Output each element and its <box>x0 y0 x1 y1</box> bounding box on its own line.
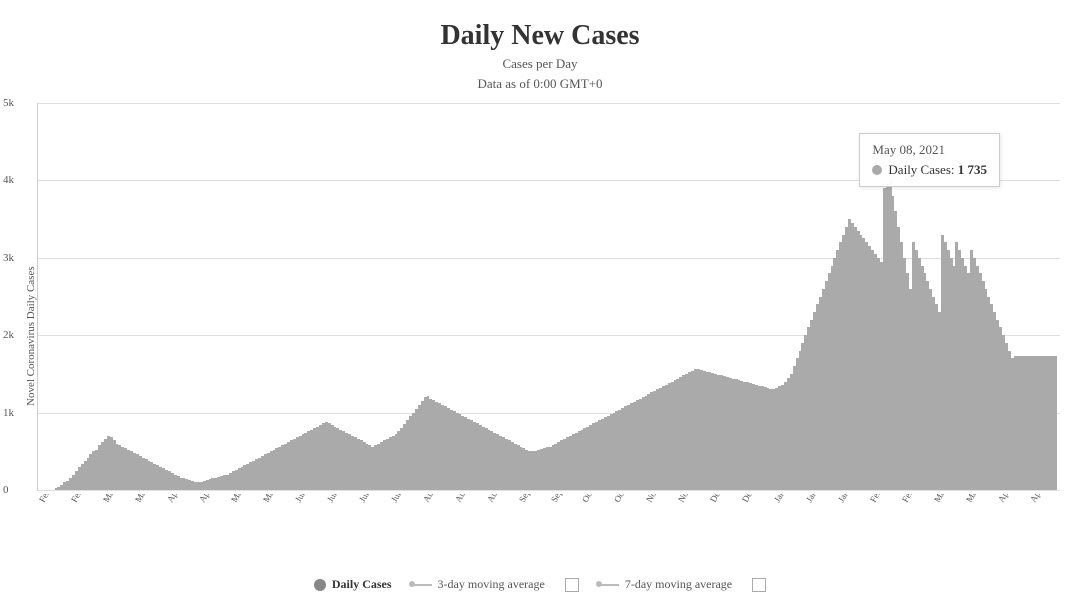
x-label: Mar 14, 2020 <box>101 494 134 504</box>
tooltip-row: Daily Cases: 1 735 <box>872 162 987 178</box>
x-label: Jun 20, 2020 <box>325 494 357 504</box>
x-label: Jul 18, 2020 <box>389 494 420 504</box>
x-label: Jan 16, 2021 <box>804 494 836 504</box>
grid-and-bars: 5k4k3k2k1k0 May 08, 2021 Daily Cases: 1 … <box>37 103 1060 491</box>
chart-area: Novel Coronavirus Daily Cases 5k4k3k2k1k… <box>20 103 1060 569</box>
x-label: Oct 10, 2020 <box>580 494 612 504</box>
y-tick-label: 1k <box>3 407 14 419</box>
x-label: Sep 26, 2020 <box>549 494 581 504</box>
x-label: Dec 19, 2020 <box>740 494 773 504</box>
x-label: Mar 27, 2021 <box>964 494 997 504</box>
x-label: Sep 12, 2020 <box>517 494 549 504</box>
x-label: Feb 13, 2021 <box>868 494 900 504</box>
chart-container: Daily New Cases Cases per Day Data as of… <box>0 0 1080 602</box>
y-tick-label: 3k <box>3 252 14 264</box>
x-label: Feb 15, 2020 <box>37 494 69 504</box>
legend-checkbox-3day[interactable] <box>565 578 579 592</box>
legend: Daily Cases 3-day moving average 7-day m… <box>314 577 766 592</box>
chart-subtitle: Cases per Day Data as of 0:00 GMT+0 <box>477 54 602 93</box>
y-tick-label: 4k <box>3 174 14 186</box>
x-label: Apr 24, 2021 <box>1028 494 1060 504</box>
x-label: Jan 30, 2021 <box>836 494 868 504</box>
legend-7day: 7-day moving average <box>599 577 732 592</box>
x-label: Jan 02, 2021 <box>772 494 804 504</box>
legend-label-3day: 3-day moving average <box>438 577 545 592</box>
x-label: Mar 28, 2020 <box>133 494 166 504</box>
legend-daily-cases: Daily Cases <box>314 577 392 592</box>
legend-label-daily: Daily Cases <box>332 577 392 592</box>
x-label: Feb 27, 2021 <box>900 494 932 504</box>
x-label: Mar 13, 2021 <box>932 494 965 504</box>
x-label: May 23, 2020 <box>261 494 295 504</box>
tooltip: May 08, 2021 Daily Cases: 1 735 <box>859 133 1000 187</box>
legend-line-3day <box>412 584 432 586</box>
y-tick-label: 2k <box>3 329 14 341</box>
grid-line <box>38 490 1060 491</box>
legend-line-7day <box>599 584 619 586</box>
x-label: Oct 24, 2020 <box>612 494 644 504</box>
x-label: Aug 29, 2020 <box>485 494 518 504</box>
x-label: Nov 07, 2020 <box>644 494 677 504</box>
legend-dot-daily <box>314 579 326 591</box>
y-axis-label: Novel Coronavirus Daily Cases <box>20 103 37 569</box>
tooltip-value: Daily Cases: 1 735 <box>888 162 987 178</box>
y-tick-label: 0 <box>3 484 9 496</box>
bar <box>1054 356 1057 490</box>
x-label: Feb 29, 2020 <box>69 494 101 504</box>
x-label: Apr 11, 2020 <box>165 494 197 504</box>
x-label: May 09, 2020 <box>229 494 263 504</box>
x-label: Jul 04, 2020 <box>357 494 388 504</box>
x-label: Jun 06, 2020 <box>293 494 325 504</box>
x-label: Dec 05, 2020 <box>708 494 741 504</box>
legend-label-7day: 7-day moving average <box>625 577 732 592</box>
legend-3day: 3-day moving average <box>412 577 545 592</box>
tooltip-dot <box>872 165 882 175</box>
x-label: Nov 21, 2020 <box>676 494 709 504</box>
y-tick-label: 5k <box>3 97 14 109</box>
x-label: Apr 25, 2020 <box>197 494 230 504</box>
x-label: Apr 10, 2021 <box>996 494 1029 504</box>
chart-title: Daily New Cases <box>440 20 639 52</box>
x-axis: Feb 15, 2020Feb 29, 2020Mar 14, 2020Mar … <box>37 494 1060 569</box>
x-label: Aug 01, 2020 <box>421 494 454 504</box>
legend-checkbox-7day[interactable] <box>752 578 766 592</box>
chart-inner: 5k4k3k2k1k0 May 08, 2021 Daily Cases: 1 … <box>37 103 1060 569</box>
x-label: Aug 15, 2020 <box>453 494 486 504</box>
tooltip-date: May 08, 2021 <box>872 142 987 158</box>
